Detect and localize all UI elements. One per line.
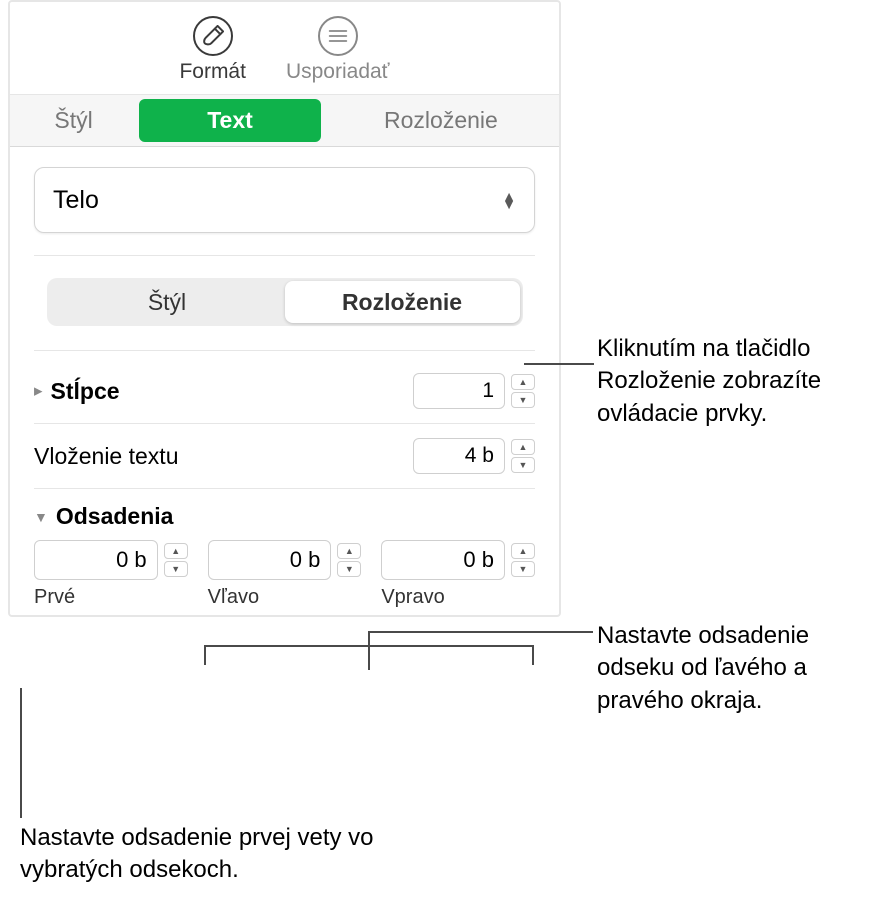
indents-header[interactable]: ▼ Odsadenia xyxy=(34,489,535,530)
chevron-updown-icon: ▲▼ xyxy=(502,192,516,208)
toolbar: Formát Usporiadať xyxy=(10,2,559,95)
brush-icon xyxy=(193,16,233,56)
indent-first-input[interactable]: 0 b xyxy=(34,540,158,580)
divider xyxy=(34,255,535,256)
divider xyxy=(34,350,535,351)
chevron-down-icon: ▼ xyxy=(34,509,48,525)
subtab-style[interactable]: Štýl xyxy=(50,281,285,323)
indent-first-down[interactable]: ▼ xyxy=(164,561,188,577)
callout-first-indent: Nastavte odsadenie prvej vety vo vybratý… xyxy=(20,822,420,887)
callout-layout-button: Kliknutím na tlačidlo Rozloženie zobrazí… xyxy=(597,333,882,430)
toolbar-format[interactable]: Formát xyxy=(179,16,246,84)
callout-line xyxy=(368,631,593,633)
indent-left-down[interactable]: ▼ xyxy=(337,561,361,577)
lines-icon xyxy=(318,16,358,56)
paragraph-style-value: Telo xyxy=(53,186,99,215)
text-inset-row: Vloženie textu 4 b ▲ ▼ xyxy=(34,424,535,489)
indent-first-cell: 0 b ▲ ▼ Prvé xyxy=(34,540,188,609)
text-inset-stepper: 4 b ▲ ▼ xyxy=(413,438,535,474)
indent-left-cell: 0 b ▲ ▼ Vľavo xyxy=(208,540,362,609)
main-tabs: Štýl Text Rozloženie xyxy=(10,95,559,147)
callout-line xyxy=(368,631,370,645)
callout-line xyxy=(532,645,534,665)
callout-line xyxy=(204,645,532,647)
inspector-panel: Formát Usporiadať Štýl Text Rozloženie xyxy=(8,0,561,617)
text-inset-input[interactable]: 4 b xyxy=(413,438,505,474)
indent-first-up[interactable]: ▲ xyxy=(164,543,188,559)
text-inset-label: Vloženie textu xyxy=(34,443,178,470)
columns-step-down[interactable]: ▼ xyxy=(511,392,535,408)
toolbar-arrange-label: Usporiadať xyxy=(286,60,390,84)
tab-text[interactable]: Text xyxy=(139,99,321,142)
panel-body: Telo ▲▼ Štýl Rozloženie ▸ Stĺpce 1 xyxy=(10,167,559,615)
indents-row: 0 b ▲ ▼ Prvé 0 b ▲ ▼ xyxy=(34,530,535,615)
columns-row: ▸ Stĺpce 1 ▲ ▼ xyxy=(34,373,535,424)
indent-right-up[interactable]: ▲ xyxy=(511,543,535,559)
columns-stepper: 1 ▲ ▼ xyxy=(413,373,535,409)
chevron-right-icon[interactable]: ▸ xyxy=(34,381,43,401)
tab-style[interactable]: Štýl xyxy=(10,95,137,146)
callout-line xyxy=(20,688,22,818)
columns-label: ▸ Stĺpce xyxy=(34,378,120,405)
toolbar-arrange[interactable]: Usporiadať xyxy=(286,16,390,84)
text-inset-step-up[interactable]: ▲ xyxy=(511,439,535,455)
text-subtabs: Štýl Rozloženie xyxy=(47,278,523,326)
indent-left-up[interactable]: ▲ xyxy=(337,543,361,559)
columns-input[interactable]: 1 xyxy=(413,373,505,409)
indent-first-label: Prvé xyxy=(34,586,188,609)
indent-right-down[interactable]: ▼ xyxy=(511,561,535,577)
paragraph-style-select[interactable]: Telo ▲▼ xyxy=(34,167,535,233)
indent-left-input[interactable]: 0 b xyxy=(208,540,332,580)
indent-left-label: Vľavo xyxy=(208,586,362,609)
callout-left-right-indent: Nastavte odsadenie odseku od ľavého a pr… xyxy=(597,620,877,717)
indent-right-input[interactable]: 0 b xyxy=(381,540,505,580)
text-inset-step-down[interactable]: ▼ xyxy=(511,457,535,473)
callout-line xyxy=(524,363,594,365)
indent-right-label: Vpravo xyxy=(381,586,535,609)
subtab-layout[interactable]: Rozloženie xyxy=(285,281,520,323)
tab-layout[interactable]: Rozloženie xyxy=(323,95,559,146)
toolbar-format-label: Formát xyxy=(179,60,246,84)
callout-line xyxy=(368,645,370,670)
columns-step-up[interactable]: ▲ xyxy=(511,374,535,390)
callout-line xyxy=(204,645,206,665)
indent-right-cell: 0 b ▲ ▼ Vpravo xyxy=(381,540,535,609)
